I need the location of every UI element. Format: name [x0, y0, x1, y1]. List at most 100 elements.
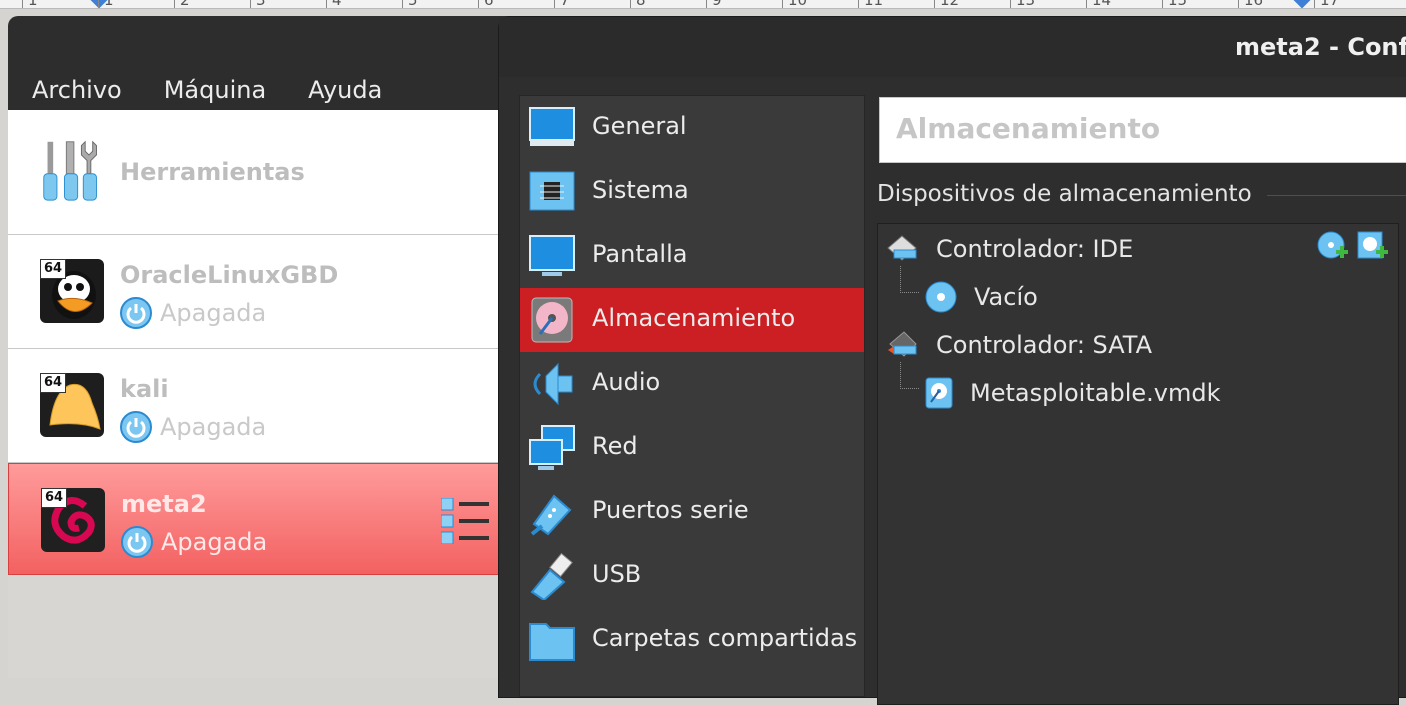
power-off-icon	[120, 411, 152, 443]
sidebar-item-general[interactable]: General	[520, 96, 864, 160]
tree-label: Controlador: IDE	[936, 235, 1134, 263]
vm-name: meta2	[121, 490, 207, 518]
ruler-tick	[98, 0, 99, 8]
sidebar-item-red[interactable]: Red	[520, 416, 864, 480]
ruler-tick	[250, 0, 251, 8]
serial-port-icon	[530, 494, 572, 536]
ruler-tick	[1010, 0, 1011, 8]
sidebar-label: Audio	[592, 368, 661, 396]
tree-node-vacio[interactable]: Vacío	[924, 280, 1038, 314]
sidebar-item-audio[interactable]: Audio	[520, 352, 864, 416]
sidebar-item-sistema[interactable]: Sistema	[520, 160, 864, 224]
power-off-icon	[120, 297, 152, 329]
ruler-number: 7	[560, 0, 570, 9]
arch-badge: 64	[41, 488, 67, 508]
sidebar-item-puertos-serie[interactable]: Puertos serie	[520, 480, 864, 544]
tree-label: Controlador: SATA	[936, 331, 1152, 359]
ruler-number: 10	[788, 0, 808, 9]
vm-state-label: Apagada	[161, 528, 268, 556]
ruler-number: 17	[1320, 0, 1340, 9]
ruler-tick	[630, 0, 631, 8]
ruler-number: 5	[408, 0, 418, 9]
ruler-marker[interactable]	[1293, 0, 1311, 8]
linux-penguin-icon: 64	[40, 259, 104, 323]
tree-node-sata[interactable]: Controlador: SATA	[886, 328, 1152, 362]
dialog-title: meta2 - Config	[1235, 33, 1406, 61]
sidebar-item-carpetas-compartidas[interactable]: Carpetas compartidas	[520, 608, 864, 672]
ruler-tick	[782, 0, 783, 8]
vm-item-meta2[interactable]: 64 meta2 Apagada	[8, 463, 528, 575]
tree-label: Vacío	[974, 283, 1038, 311]
vm-list: Herramientas 64 OracleLinuxGBD Apagada 6…	[8, 110, 528, 575]
ruler-tick	[22, 0, 23, 8]
ruler-tick	[706, 0, 707, 8]
ruler-number: 1	[104, 0, 114, 9]
settings-dialog: meta2 - Config General Sistema	[498, 16, 1406, 705]
usb-icon	[530, 552, 573, 600]
ruler-number: 3	[256, 0, 266, 9]
sidebar-label: Puertos serie	[592, 496, 749, 524]
optical-disc-icon	[925, 281, 957, 313]
ruler-tick	[174, 0, 175, 8]
add-hard-disk-icon[interactable]	[1356, 230, 1390, 264]
vm-name: kali	[120, 375, 169, 403]
ruler-number: 14	[1092, 0, 1112, 9]
tree-label: Metasploitable.vmdk	[970, 379, 1221, 407]
vm-item-kali[interactable]: 64 kali Apagada	[8, 349, 528, 463]
arch-badge: 64	[40, 373, 66, 393]
storage-tree[interactable]: Controlador: IDE Vacío Controlador: SATA…	[877, 223, 1399, 705]
ruler-number: 16	[1244, 0, 1264, 9]
add-optical-drive-icon[interactable]	[1316, 230, 1350, 264]
tree-node-metasploitable[interactable]: Metasploitable.vmdk	[924, 376, 1220, 410]
ruler-number: 11	[864, 0, 884, 9]
page-header: Almacenamiento	[879, 97, 1406, 163]
dialog-titlebar: meta2 - Config	[499, 17, 1406, 77]
group-divider	[1267, 195, 1406, 196]
menu-ayuda[interactable]: Ayuda	[284, 74, 400, 110]
sata-controller-icon	[888, 331, 917, 357]
ruler-number: 15	[1168, 0, 1188, 9]
ruler-tick	[858, 0, 859, 8]
settings-content: Almacenamiento Dispositivos de almacenam…	[877, 95, 1406, 705]
ruler-number: 6	[484, 0, 494, 9]
monitor-general-icon	[529, 107, 575, 146]
speaker-icon	[533, 362, 573, 406]
vm-details-menu-icon[interactable]	[441, 498, 491, 544]
power-off-icon	[121, 526, 153, 558]
storage-devices-label: Dispositivos de almacenamiento	[877, 181, 1252, 207]
vm-state: Apagada	[120, 297, 266, 329]
vm-state-label: Apagada	[160, 299, 267, 327]
tools-item[interactable]: Herramientas	[8, 110, 528, 235]
ruler-tick	[326, 0, 327, 8]
vm-item-oraclelinuxgbd[interactable]: 64 OracleLinuxGBD Apagada	[8, 235, 528, 349]
sidebar-item-pantalla[interactable]: Pantalla	[520, 224, 864, 288]
network-icon	[529, 425, 575, 470]
tree-node-ide[interactable]: Controlador: IDE	[886, 232, 1133, 266]
sidebar-label: Red	[592, 432, 638, 460]
tools-icon	[43, 140, 97, 201]
ruler-number: 2	[180, 0, 190, 9]
kali-linux-icon: 64	[40, 373, 104, 437]
ruler-tick	[1314, 0, 1315, 8]
ruler-number: 8	[636, 0, 646, 9]
chip-icon	[529, 171, 575, 211]
ruler-tick	[1162, 0, 1163, 8]
sidebar-item-almacenamiento[interactable]: Almacenamiento	[520, 288, 864, 352]
hard-disk-icon	[531, 297, 573, 343]
vm-state: Apagada	[121, 526, 267, 558]
virtualbox-manager-window: Archivo Máquina Ayuda Herramientas 64 Or…	[8, 16, 528, 678]
menu-archivo[interactable]: Archivo	[8, 74, 140, 110]
sidebar-label: Pantalla	[592, 240, 688, 268]
ruler: 1 1 2 3 4 5 6 7 8 9 10 11 12 13 14 15 16 17	[0, 0, 1406, 9]
ruler-tick	[934, 0, 935, 8]
ide-controller-icon	[887, 235, 917, 261]
menu-maquina[interactable]: Máquina	[140, 74, 284, 110]
hard-disk-icon	[925, 377, 953, 409]
sidebar-item-usb[interactable]: USB	[520, 544, 864, 608]
tools-label: Herramientas	[120, 158, 305, 186]
arch-badge: 64	[40, 259, 66, 279]
sidebar-label: Carpetas compartidas	[592, 624, 858, 652]
sidebar-label: USB	[592, 560, 642, 588]
tree-connector	[900, 362, 919, 389]
page-title: Almacenamiento	[896, 112, 1161, 145]
